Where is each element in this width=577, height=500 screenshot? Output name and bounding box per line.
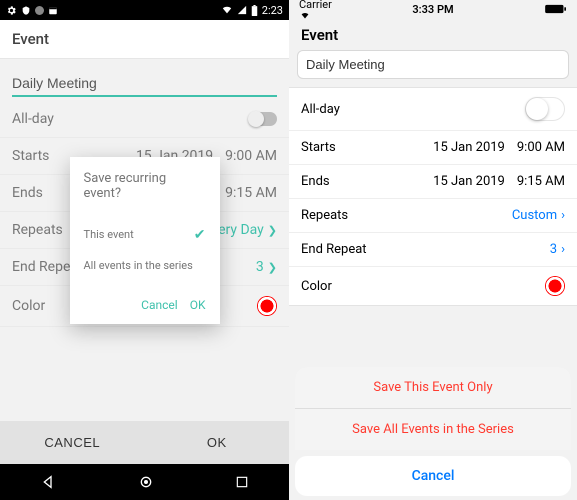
dialog-option-all-events[interactable]: All events in the series bbox=[84, 251, 206, 280]
starts-row[interactable]: Starts 15 Jan 2019 9:00 AM bbox=[289, 131, 577, 165]
repeats-row[interactable]: Repeats Custom › bbox=[289, 199, 577, 233]
ends-time: 9:15 AM bbox=[225, 185, 277, 201]
action-sheet: Save This Event Only Save All Events in … bbox=[295, 367, 571, 450]
allday-label: All-day bbox=[12, 111, 249, 127]
color-swatch[interactable] bbox=[545, 276, 565, 296]
ends-date: 15 Jan 2019 bbox=[433, 174, 505, 189]
battery-icon bbox=[545, 4, 567, 14]
end-repeat-value: 3 bbox=[550, 242, 557, 257]
event-title-input[interactable] bbox=[297, 50, 569, 79]
sheet-cancel-button[interactable]: Cancel bbox=[295, 456, 571, 496]
check-icon: ✔ bbox=[194, 227, 206, 243]
starts-label: Starts bbox=[301, 140, 433, 155]
android-screen: 2:23 Event All-day Starts 15 Jan 2019 9:… bbox=[0, 0, 289, 500]
ok-button[interactable]: OK bbox=[145, 421, 290, 464]
dialog-option-this-event[interactable]: This event ✔ bbox=[84, 219, 206, 251]
dialog-option-label: All events in the series bbox=[84, 259, 193, 272]
chevron-right-icon: › bbox=[561, 208, 565, 223]
color-row[interactable]: Color bbox=[289, 267, 577, 305]
event-title-input[interactable] bbox=[12, 71, 277, 97]
dot-icon bbox=[35, 6, 44, 15]
android-statusbar: 2:23 bbox=[0, 0, 289, 20]
end-repeat-row[interactable]: End Repeat 3 › bbox=[289, 233, 577, 267]
gear-icon bbox=[6, 5, 17, 16]
back-icon[interactable] bbox=[41, 474, 57, 490]
battery-icon bbox=[251, 5, 258, 16]
allday-row[interactable]: All-day bbox=[289, 88, 577, 131]
dialog-title: Save recurring event? bbox=[84, 171, 206, 201]
dialog-ok-button[interactable]: OK bbox=[190, 298, 206, 312]
page-title: Event bbox=[0, 20, 289, 59]
save-recurring-dialog: Save recurring event? This event ✔ All e… bbox=[70, 157, 220, 324]
status-time: 3:33 PM bbox=[412, 3, 453, 16]
allday-row[interactable]: All-day bbox=[0, 101, 289, 138]
repeats-value: Custom bbox=[512, 208, 557, 223]
starts-date: 15 Jan 2019 bbox=[433, 140, 505, 155]
allday-switch[interactable] bbox=[525, 97, 565, 121]
settings-list: All-day Starts 15 Jan 2019 9:00 AM Ends … bbox=[289, 87, 577, 306]
chevron-right-icon: › bbox=[561, 242, 565, 257]
calendar-icon bbox=[48, 5, 58, 16]
color-swatch[interactable] bbox=[257, 296, 277, 316]
allday-switch[interactable] bbox=[249, 112, 277, 126]
wifi-icon bbox=[221, 5, 233, 15]
sheet-save-all-button[interactable]: Save All Events in the Series bbox=[295, 409, 571, 450]
cancel-button[interactable]: CANCEL bbox=[0, 421, 145, 464]
starts-time: 9:00 AM bbox=[517, 140, 565, 155]
ios-statusbar: Carrier 3:33 PM bbox=[289, 0, 577, 18]
recents-icon[interactable] bbox=[235, 475, 249, 489]
page-title: Event bbox=[289, 18, 577, 50]
ends-row[interactable]: Ends 15 Jan 2019 9:15 AM bbox=[289, 165, 577, 199]
end-repeat-label: End Repeat bbox=[301, 242, 550, 257]
ios-screen: Carrier 3:33 PM Event All-day Starts 15 … bbox=[289, 0, 577, 500]
repeats-label: Repeats bbox=[301, 208, 512, 223]
shield-icon bbox=[21, 5, 31, 16]
ends-label: Ends bbox=[301, 174, 433, 189]
android-navbar bbox=[0, 464, 289, 500]
form-body: All-day Starts 15 Jan 2019 9:00 AM Ends … bbox=[0, 59, 289, 421]
ends-time: 9:15 AM bbox=[517, 174, 565, 189]
allday-label: All-day bbox=[301, 102, 525, 117]
end-repeat-value: 3 bbox=[256, 259, 264, 275]
home-icon[interactable] bbox=[138, 474, 154, 490]
chevron-right-icon: ❯ bbox=[268, 261, 277, 274]
status-time: 2:23 bbox=[262, 4, 283, 17]
dialog-option-label: This event bbox=[84, 228, 134, 241]
starts-time: 9:00 AM bbox=[225, 148, 277, 164]
signal-icon bbox=[237, 5, 247, 15]
sheet-save-this-button[interactable]: Save This Event Only bbox=[295, 367, 571, 409]
color-label: Color bbox=[301, 279, 545, 294]
chevron-right-icon: ❯ bbox=[268, 224, 277, 237]
footer-buttons: CANCEL OK bbox=[0, 421, 289, 464]
dialog-cancel-button[interactable]: Cancel bbox=[141, 298, 178, 312]
